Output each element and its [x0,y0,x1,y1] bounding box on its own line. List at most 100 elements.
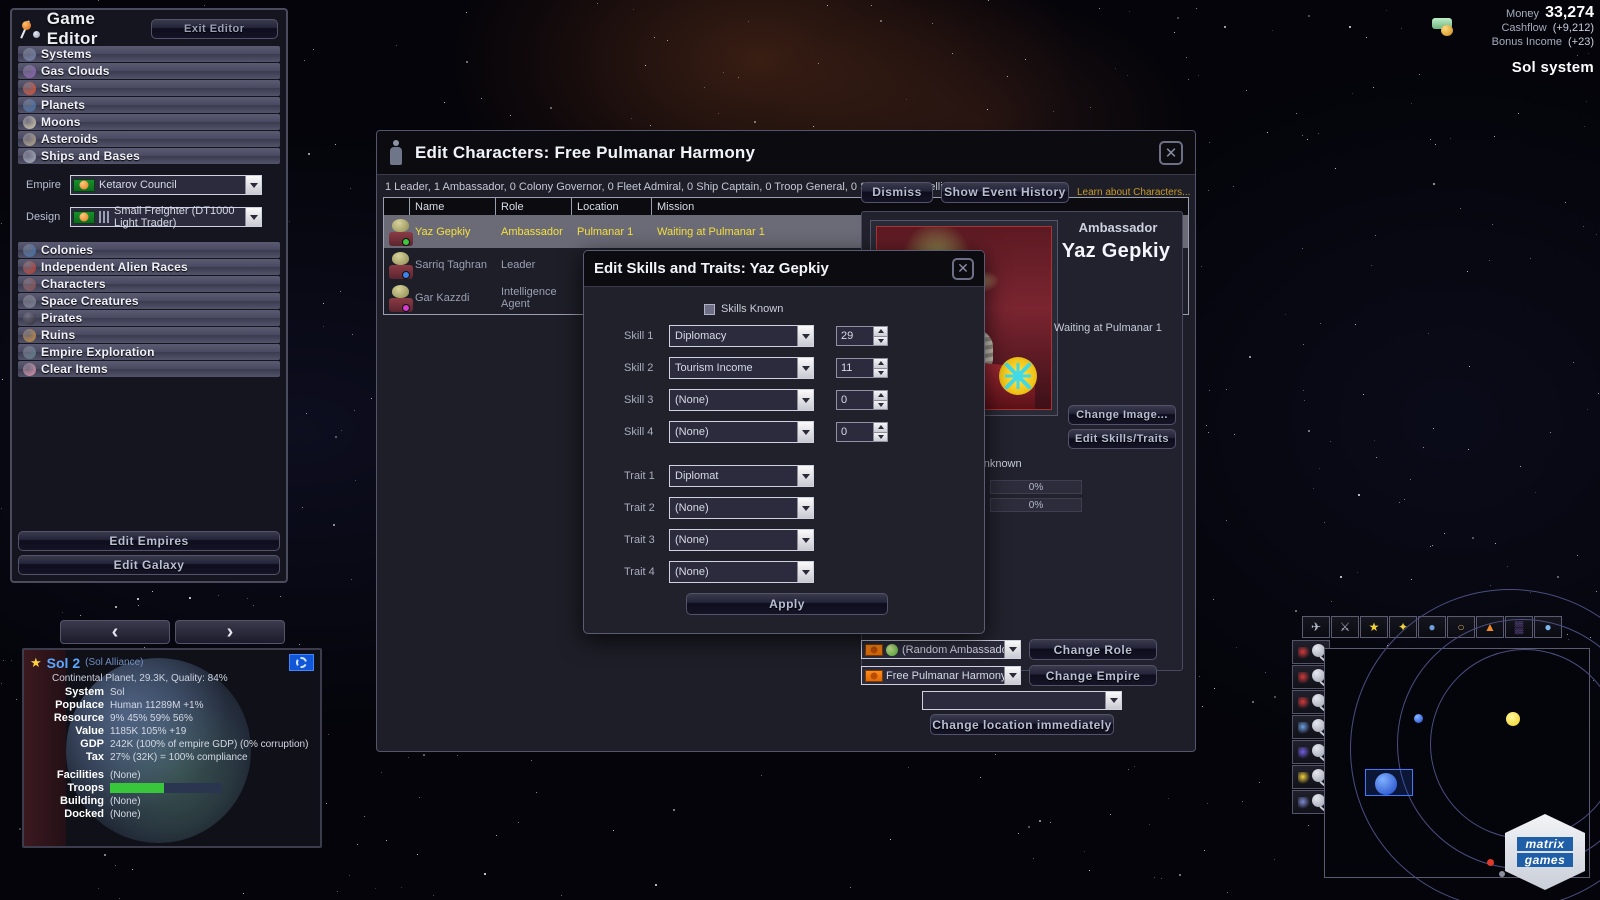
skill-select-2[interactable]: Tourism Income [669,357,814,379]
next-button[interactable]: › [175,620,285,644]
sidebar-item-empire-exploration[interactable]: Empire Exploration [18,344,280,360]
column-header-role[interactable]: Role [496,198,572,215]
skill-amount-stepper-4[interactable]: 0 [836,422,888,442]
stepper-arrows[interactable] [873,327,887,345]
change-image-button[interactable]: Change Image... [1068,405,1176,425]
chevron-down-icon[interactable] [797,422,813,442]
planet-marker[interactable] [1487,859,1494,866]
trait-select-4[interactable]: (None) [669,561,814,583]
design-select[interactable]: Small Freighter (DT1000 Light Trader) [70,205,262,229]
eraser-icon [23,362,36,376]
planet-info-panel[interactable]: ★ Sol 2 (Sol Alliance) Continental Plane… [22,648,322,848]
sidebar-item-gas-clouds[interactable]: Gas Clouds [18,63,280,79]
skill-amount-stepper-2[interactable]: 11 [836,358,888,378]
zoom-system-icon-mark [1298,747,1310,759]
edit-galaxy-button[interactable]: Edit Galaxy [18,555,280,575]
sidebar-item-label: Planets [41,98,86,112]
change-empire-button[interactable]: Change Empire [1029,665,1157,686]
planet-stat-key: Resource [53,712,104,724]
stepper-arrows[interactable] [873,391,887,409]
chevron-down-icon[interactable] [797,326,813,346]
sidebar-item-ships-and-bases[interactable]: Ships and Bases [18,148,280,164]
chevron-down-icon[interactable] [797,498,813,518]
alien-race-icon [23,260,36,274]
skill-amount-stepper-3[interactable]: 0 [836,390,888,410]
trait-select-1[interactable]: Diplomat [669,465,814,487]
sidebar-item-clear-items[interactable]: Clear Items [18,361,280,377]
sidebar-item-systems[interactable]: Systems [18,46,280,62]
planet-stat-key: System [64,686,104,698]
detail-mission: Waiting at Pulmanar 1 [1054,322,1162,334]
selected-planet-marker[interactable] [1375,773,1397,795]
trait-select-3[interactable]: (None) [669,529,814,551]
exit-editor-button[interactable]: Exit Editor [150,19,278,39]
close-icon[interactable]: ✕ [952,257,974,280]
ship-filter-icon[interactable]: ✈ [1302,616,1330,638]
detail-skill-bonus: 0% [990,498,1082,512]
planet-marker[interactable] [1414,714,1423,723]
show-event-history-button[interactable]: Show Event History [941,181,1069,203]
apply-button[interactable]: Apply [686,593,888,615]
skills-known-checkbox[interactable] [704,303,715,315]
sidebar-item-space-creatures[interactable]: Space Creatures [18,293,280,309]
chevron-down-icon[interactable] [797,562,813,582]
learn-about-characters-link[interactable]: Learn about Characters... [1077,187,1190,198]
column-header-name[interactable]: Name [410,198,496,215]
planet-stat-key: Value [75,725,104,737]
chevron-down-icon[interactable] [245,176,261,194]
stepper-down-icon [873,400,887,409]
fleet-filter-icon[interactable]: ⚔ [1331,616,1359,638]
chevron-down-icon[interactable] [1004,667,1020,684]
sidebar-item-label: Colonies [41,243,94,257]
chevron-down-icon[interactable] [1004,641,1020,658]
skills-known-label: Skills Known [721,303,784,315]
prev-button[interactable]: ‹ [60,620,170,644]
sidebar-item-asteroids[interactable]: Asteroids [18,131,280,147]
chevron-down-icon[interactable] [245,208,261,226]
attack-ship-icon[interactable]: ★ [1360,616,1388,638]
skill-select-1[interactable]: Diplomacy [669,325,814,347]
stepper-arrows[interactable] [873,359,887,377]
sun-marker[interactable] [1506,712,1520,726]
sidebar-item-colonies[interactable]: Colonies [18,242,280,258]
stepper-down-icon [873,432,887,441]
sidebar-item-characters[interactable]: Characters [18,276,280,292]
skill-select-3[interactable]: (None) [669,389,814,411]
planet-marker[interactable] [1499,871,1505,877]
trait-select-2[interactable]: (None) [669,497,814,519]
detail-role: Ambassador [1078,220,1158,235]
chevron-down-icon[interactable] [797,390,813,410]
change-role-button[interactable]: Change Role [1029,639,1157,660]
sidebar-item-planets[interactable]: Planets [18,97,280,113]
trait-select-list: Trait 1 Diplomat Trait 2 (None) Trait 3 (None… [584,465,984,583]
exploration-icon [23,345,36,359]
chevron-down-icon[interactable] [797,530,813,550]
change-location-button[interactable]: Change location immediately [930,714,1114,735]
sidebar-item-ruins[interactable]: Ruins [18,327,280,343]
chevron-down-icon[interactable] [1105,692,1121,709]
skills-known-row[interactable]: Skills Known [704,303,984,315]
sidebar-item-independent-alien-races[interactable]: Independent Alien Races [18,259,280,275]
sidebar-item-stars[interactable]: Stars [18,80,280,96]
chevron-down-icon[interactable] [797,466,813,486]
character-bottom-controls: (Random Ambassador) Change Role Free Pul… [861,639,1183,735]
close-icon[interactable]: ✕ [1159,140,1183,165]
attack-ship-icon-glyph: ★ [1368,620,1380,634]
column-header-icon[interactable] [384,198,410,215]
empire-select[interactable]: Ketarov Council [70,175,262,195]
skill-select-4[interactable]: (None) [669,421,814,443]
column-header-location[interactable]: Location [572,198,652,215]
empire-flag-icon [73,178,95,192]
sidebar-item-moons[interactable]: Moons [18,114,280,130]
location-select[interactable] [922,691,1122,710]
sidebar-item-pirates[interactable]: Pirates [18,310,280,326]
skill-amount-stepper-1[interactable]: 29 [836,326,888,346]
page-title: Game Editor [46,9,98,48]
stepper-arrows[interactable] [873,423,887,441]
chevron-down-icon[interactable] [797,358,813,378]
edit-skills-traits-button[interactable]: Edit Skills/Traits [1068,429,1176,449]
role-select[interactable]: (Random Ambassador) [861,640,1021,659]
dismiss-button[interactable]: Dismiss [861,181,933,203]
edit-empires-button[interactable]: Edit Empires [18,531,280,551]
character-empire-select[interactable]: Free Pulmanar Harmony [861,666,1021,685]
